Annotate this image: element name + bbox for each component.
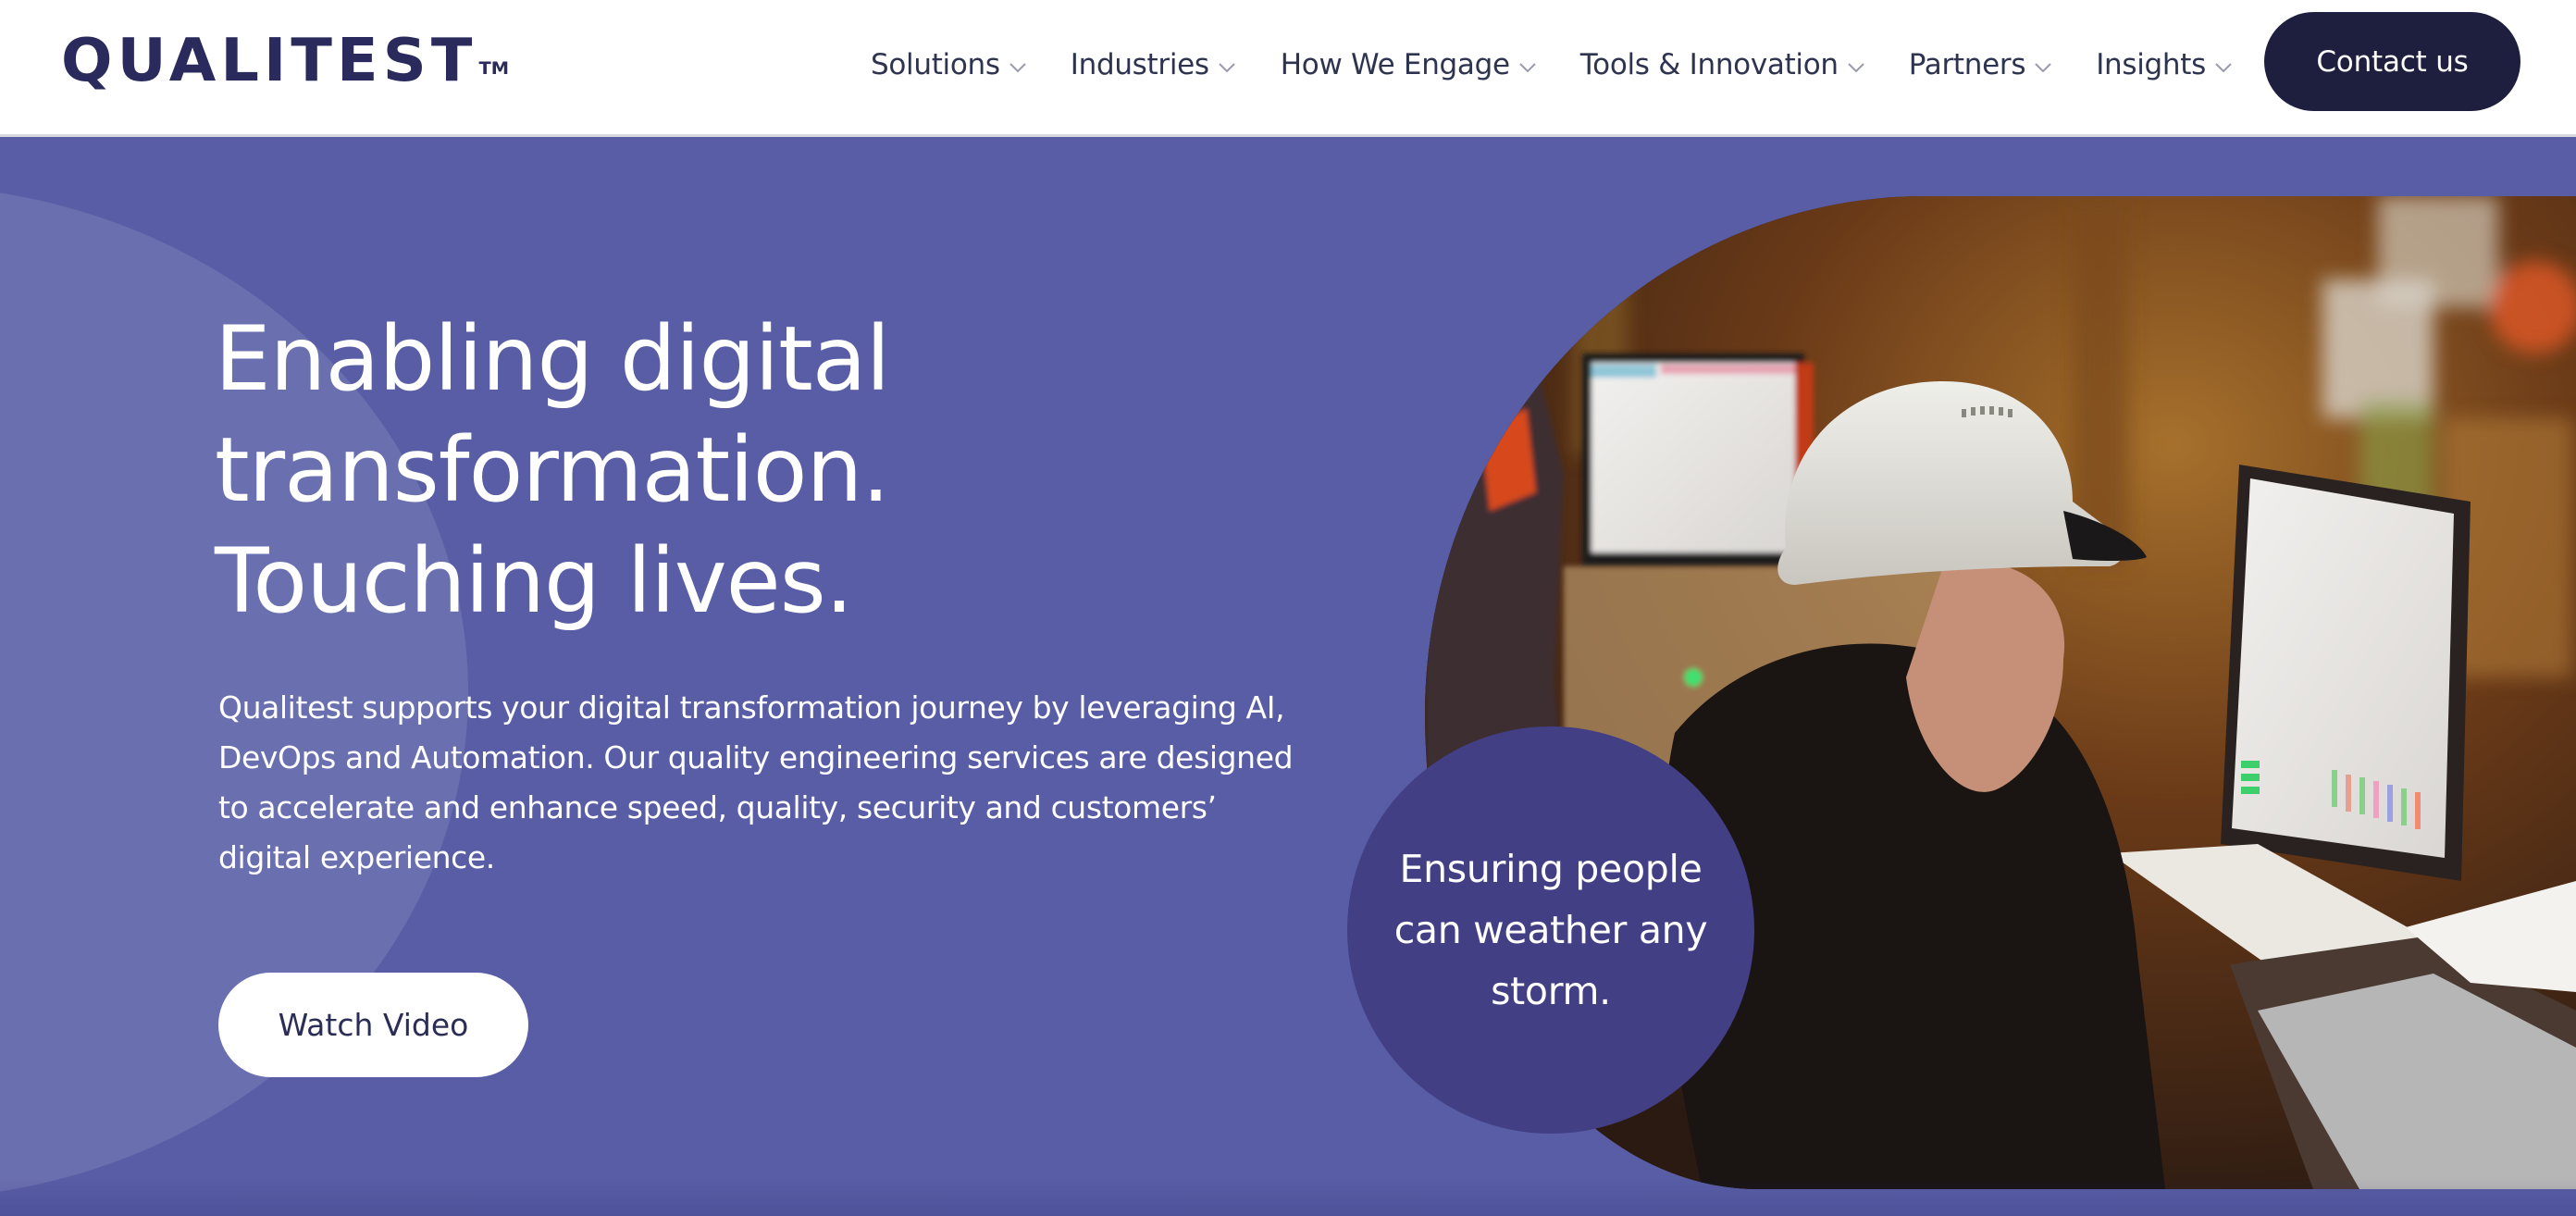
nav-item-label: Partners xyxy=(1908,48,2026,81)
nav-item-label: Industries xyxy=(1070,48,1209,81)
nav-item-solutions[interactable]: Solutions xyxy=(871,48,1027,81)
trademark-symbol: TM xyxy=(478,58,510,79)
description-line: Qualitest supports your digital transfor… xyxy=(218,689,1285,726)
description-line: to accelerate and enhance speed, quality… xyxy=(218,789,1217,825)
chevron-down-icon xyxy=(1519,63,1536,73)
quote-line: storm. xyxy=(1491,969,1611,1013)
watch-video-button[interactable]: Watch Video xyxy=(218,973,528,1077)
hero-headline: Enabling digital transformation. Touchin… xyxy=(215,304,1232,637)
hero-section: Enabling digital transformation. Touchin… xyxy=(0,137,2576,1216)
quote-badge: Ensuring people can weather any storm. xyxy=(1347,726,1754,1134)
qualitest-logo[interactable]: QUALITEST TM xyxy=(61,28,509,94)
description-line: DevOps and Automation. Our quality engin… xyxy=(218,739,1294,776)
chevron-down-icon xyxy=(2035,63,2051,73)
nav-item-partners[interactable]: Partners xyxy=(1909,48,2052,81)
headline-line: Enabling digital xyxy=(215,307,890,411)
quote-line: Ensuring people xyxy=(1399,847,1703,891)
hero-description: Qualitest supports your digital transfor… xyxy=(218,683,1329,883)
chevron-down-icon xyxy=(1848,63,1864,73)
headline-line: Touching lives. xyxy=(215,529,853,633)
contact-us-button[interactable]: Contact us xyxy=(2264,12,2520,111)
chevron-down-icon xyxy=(1009,63,1026,73)
logo-text: QUALITEST xyxy=(61,27,477,95)
chevron-down-icon xyxy=(2215,63,2232,73)
headline-line: transformation. xyxy=(215,418,890,522)
main-nav: Solutions Industries How We Engage Tools… xyxy=(871,0,2233,130)
nav-item-label: How We Engage xyxy=(1280,48,1510,81)
description-line: digital experience. xyxy=(218,839,495,875)
quote-line: can weather any xyxy=(1393,908,1708,952)
nav-item-how-we-engage[interactable]: How We Engage xyxy=(1281,48,1537,81)
nav-item-insights[interactable]: Insights xyxy=(2096,48,2233,81)
nav-item-label: Insights xyxy=(2096,48,2206,81)
chevron-down-icon xyxy=(1219,63,1235,73)
nav-item-tools-innovation[interactable]: Tools & Innovation xyxy=(1580,48,1865,81)
nav-item-label: Tools & Innovation xyxy=(1579,48,1839,81)
nav-item-label: Solutions xyxy=(871,48,1000,81)
site-header: QUALITEST TM Solutions Industries How We … xyxy=(0,0,2576,137)
nav-item-industries[interactable]: Industries xyxy=(1071,48,1236,81)
